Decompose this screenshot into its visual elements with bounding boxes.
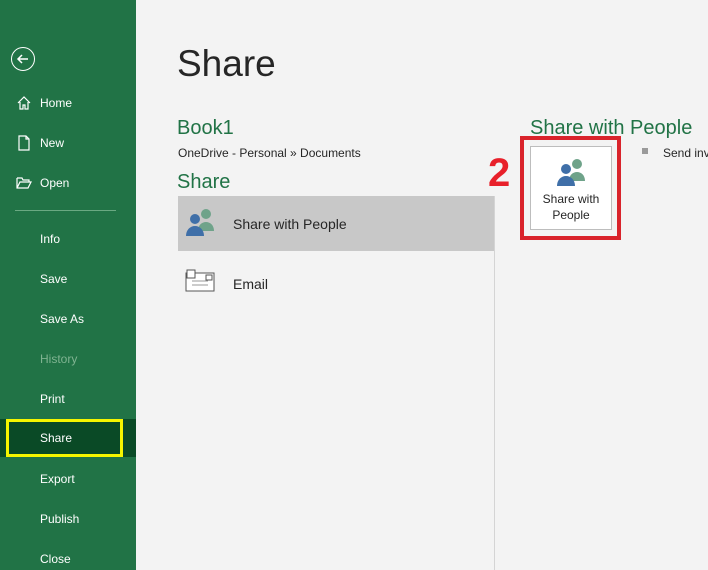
option-label: Share with People: [233, 215, 347, 232]
back-arrow-icon[interactable]: [11, 47, 35, 71]
page-title: Share: [177, 43, 276, 84]
send-invite-text: Send inv: [663, 146, 708, 160]
sidebar-item-save[interactable]: Save: [0, 260, 136, 298]
sidebar-item-label: Publish: [40, 512, 80, 526]
sidebar-item-info[interactable]: Info: [0, 220, 136, 258]
sidebar-item-home[interactable]: Home: [0, 84, 136, 122]
sidebar-item-label: Print: [40, 392, 65, 406]
sidebar-item-label: Info: [40, 232, 61, 246]
sidebar-item-label: Open: [40, 176, 70, 190]
sidebar-item-label: Home: [40, 96, 73, 110]
sidebar-item-export[interactable]: Export: [0, 460, 136, 498]
sidebar-item-publish[interactable]: Publish: [0, 500, 136, 538]
sidebar-item-label: Save: [40, 272, 68, 286]
sidebar-item-save-as[interactable]: Save As: [0, 300, 136, 338]
step-number-2: 2: [488, 151, 511, 195]
home-icon: [16, 95, 32, 111]
new-document-icon: [16, 135, 32, 151]
panel-divider: [494, 196, 495, 570]
folder-open-icon: [16, 175, 32, 191]
sidebar-item-label: Close: [40, 552, 71, 566]
share-page: Share Book1 OneDrive - Personal » Docume…: [136, 0, 708, 570]
sidebar-item-open[interactable]: Open: [0, 164, 136, 202]
option-label: Email: [233, 275, 269, 292]
sidebar-divider: [15, 210, 116, 211]
email-icon: [184, 267, 216, 300]
bullet-marker: [642, 148, 648, 154]
workbook-name: Book1: [177, 117, 234, 139]
sidebar-item-history: History: [0, 340, 136, 378]
sidebar-item-new[interactable]: New: [0, 124, 136, 162]
sidebar-item-label: Export: [40, 472, 75, 486]
sidebar-item-label: Save As: [40, 312, 85, 326]
option-email[interactable]: Email: [178, 256, 494, 311]
share-section-heading: Share: [177, 171, 231, 193]
sidebar-item-print[interactable]: Print: [0, 380, 136, 418]
backstage-sidebar: Home New Open Info Save Save As History …: [0, 0, 136, 570]
highlight-box-share-tile: [520, 136, 621, 240]
sidebar-item-label: New: [40, 136, 65, 150]
sidebar-item-label: History: [40, 352, 78, 366]
file-path: OneDrive - Personal » Documents: [178, 146, 361, 160]
sidebar-item-close[interactable]: Close: [0, 540, 136, 570]
highlight-box-share: [6, 419, 123, 457]
option-share-with-people[interactable]: Share with People: [178, 196, 494, 251]
share-people-icon: [184, 207, 216, 242]
